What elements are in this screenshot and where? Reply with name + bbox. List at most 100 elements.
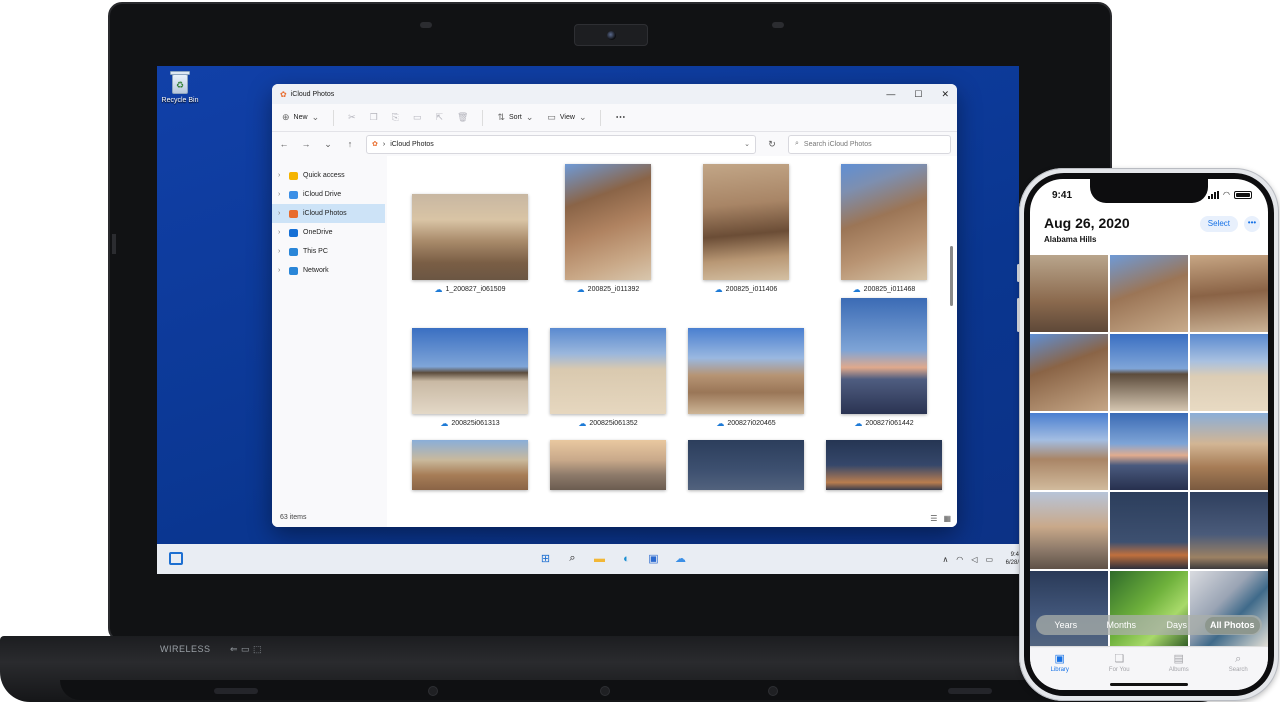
photo-tile[interactable]: [1110, 492, 1188, 569]
search-box[interactable]: ⌕ Search iCloud Photos: [788, 134, 951, 154]
file-item[interactable]: [815, 428, 953, 490]
photo-tile[interactable]: [1030, 492, 1108, 569]
up-arrow-icon[interactable]: ↑: [344, 139, 356, 149]
store-icon[interactable]: ▣: [645, 550, 662, 567]
photo-tile[interactable]: [1190, 571, 1268, 648]
photo-thumbnail[interactable]: [550, 328, 666, 414]
rename-icon[interactable]: ▭: [413, 112, 422, 123]
nav-item[interactable]: › Quick access: [272, 166, 387, 185]
copy-icon[interactable]: ❐: [370, 112, 378, 123]
chevron-down-icon[interactable]: ⌄: [744, 140, 750, 148]
photo-thumbnail[interactable]: [841, 298, 927, 414]
chevron-right-icon[interactable]: ›: [278, 267, 284, 274]
more-button[interactable]: •••: [1244, 216, 1260, 232]
new-button[interactable]: ⊕ New ⌄: [282, 112, 319, 123]
photo-tile[interactable]: [1030, 413, 1108, 490]
back-arrow-icon[interactable]: ←: [278, 139, 290, 149]
photo-thumbnail[interactable]: [688, 440, 804, 490]
refresh-icon[interactable]: ↻: [766, 139, 778, 150]
photo-tile[interactable]: [1030, 334, 1108, 411]
share-icon[interactable]: ⇱: [435, 112, 443, 123]
file-item[interactable]: ☁ 200825i061313: [401, 294, 539, 428]
tray-chevron-icon[interactable]: ∧: [942, 555, 948, 564]
search-icon[interactable]: ⌕: [564, 550, 581, 567]
photo-tile[interactable]: [1190, 492, 1268, 569]
select-button[interactable]: Select: [1199, 216, 1238, 232]
start-icon[interactable]: ⊞: [537, 550, 554, 567]
sort-button[interactable]: ⇅ Sort ⌄: [497, 112, 533, 123]
photo-tile[interactable]: [1110, 255, 1188, 332]
chevron-right-icon[interactable]: ›: [278, 229, 284, 236]
address-bar[interactable]: ✿ › iCloud Photos ⌄: [366, 134, 756, 154]
maximize-button[interactable]: ☐: [914, 89, 922, 100]
file-item[interactable]: ☁ 200827i061442: [815, 294, 953, 428]
photo-thumbnail[interactable]: [826, 440, 942, 490]
photo-thumbnail[interactable]: [412, 440, 528, 490]
file-item[interactable]: ☁ 200825i061352: [539, 294, 677, 428]
chevron-down-icon: ⌄: [578, 112, 587, 122]
view-button[interactable]: ▭ View ⌄: [547, 112, 586, 123]
file-item[interactable]: ☁ 1_200827_i061509: [401, 160, 539, 294]
file-item[interactable]: ☁ 200825_i011392: [539, 160, 677, 294]
file-explorer-icon[interactable]: ▬: [591, 550, 608, 567]
photo-tile[interactable]: [1190, 255, 1268, 332]
more-options-button[interactable]: ⋯: [615, 112, 625, 123]
photo-thumbnail[interactable]: [412, 328, 528, 414]
recycle-bin[interactable]: ♻ Recycle Bin: [160, 68, 200, 104]
file-item[interactable]: [401, 428, 539, 490]
photo-thumbnail[interactable]: [703, 164, 789, 280]
widgets-icon[interactable]: [169, 552, 183, 565]
segment-all-photos[interactable]: All Photos: [1204, 616, 1260, 634]
file-item[interactable]: ☁ 200825_i011468: [815, 160, 953, 294]
segment-days[interactable]: Days: [1149, 620, 1205, 630]
photo-tile[interactable]: [1030, 571, 1108, 648]
minimize-button[interactable]: —: [886, 89, 895, 100]
photo-thumbnail[interactable]: [412, 194, 528, 280]
details-view-icon[interactable]: ☰: [930, 514, 937, 523]
edge-icon[interactable]: ◐: [618, 550, 635, 567]
command-bar: ⊕ New ⌄ ✂ ❐ ⎘ ▭ ⇱ 🗑 ⇅ Sort ⌄ ▭ View ⌄ ⋯: [272, 104, 957, 132]
file-item[interactable]: [677, 428, 815, 490]
paste-icon[interactable]: ⎘: [392, 112, 399, 123]
cut-icon[interactable]: ✂: [348, 112, 356, 123]
photo-tile[interactable]: [1110, 571, 1188, 648]
wifi-icon[interactable]: ◠: [956, 555, 963, 564]
chevron-right-icon[interactable]: ›: [278, 210, 284, 217]
forward-arrow-icon[interactable]: →: [300, 139, 312, 149]
tiles-view-icon[interactable]: ▦: [943, 514, 951, 523]
nav-item[interactable]: › iCloud Photos: [272, 204, 385, 223]
file-item[interactable]: ☁ 200827i020465: [677, 294, 815, 428]
file-item[interactable]: ☁ 200825_i011406: [677, 160, 815, 294]
tab-search[interactable]: ⌕ Search: [1209, 653, 1269, 690]
battery-icon[interactable]: ▭: [985, 555, 993, 564]
scrollbar-thumb[interactable]: [950, 246, 953, 306]
cloud-status-icon: ☁: [440, 418, 449, 428]
segment-months[interactable]: Months: [1094, 620, 1150, 630]
chevron-right-icon[interactable]: ›: [278, 191, 284, 198]
photo-tile[interactable]: [1030, 255, 1108, 332]
photo-thumbnail[interactable]: [550, 440, 666, 490]
photo-thumbnail[interactable]: [688, 328, 804, 414]
nav-item[interactable]: › Network: [272, 261, 387, 280]
tab-library[interactable]: ▣ Library: [1030, 653, 1090, 690]
volume-icon[interactable]: ◁: [971, 555, 977, 564]
photo-tile[interactable]: [1190, 334, 1268, 411]
segment-years[interactable]: Years: [1038, 620, 1094, 630]
nav-item[interactable]: › iCloud Drive: [272, 185, 387, 204]
icloud-icon[interactable]: ☁: [672, 550, 689, 567]
photo-tile[interactable]: [1190, 413, 1268, 490]
nav-item[interactable]: › OneDrive: [272, 223, 387, 242]
delete-icon[interactable]: 🗑: [457, 112, 468, 123]
photo-tile[interactable]: [1110, 413, 1188, 490]
photo-tile[interactable]: [1110, 334, 1188, 411]
nav-item[interactable]: › This PC: [272, 242, 387, 261]
clock[interactable]: 9:4 6/28/: [1001, 551, 1019, 567]
photo-thumbnail[interactable]: [841, 164, 927, 280]
file-item[interactable]: [539, 428, 677, 490]
port-icons: ⇐ ▭ ⬚: [230, 644, 263, 654]
recent-chevron-icon[interactable]: ⌄: [322, 139, 334, 150]
photo-thumbnail[interactable]: [565, 164, 651, 280]
close-button[interactable]: ✕: [941, 89, 949, 100]
chevron-right-icon[interactable]: ›: [278, 248, 284, 255]
chevron-right-icon[interactable]: ›: [278, 172, 284, 179]
